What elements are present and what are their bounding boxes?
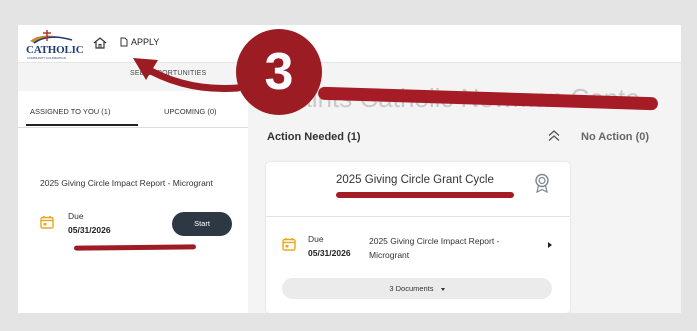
caret-right-icon[interactable] xyxy=(548,242,552,248)
apply-label: APPLY xyxy=(131,37,160,47)
tab-upcoming[interactable]: UPCOMING (0) xyxy=(164,107,217,116)
active-tab-indicator xyxy=(26,124,138,126)
tab-divider xyxy=(18,127,248,128)
due-date: 05/31/2026 xyxy=(68,225,111,235)
tasks-sidebar: ASSIGNED TO YOU (1) UPCOMING (0) 2025 Gi… xyxy=(18,91,248,313)
calendar-icon xyxy=(40,216,54,229)
top-navigation-bar: CATHOLIC COMMUNITY FOUNDATION APPLY xyxy=(18,25,681,63)
documents-dropdown[interactable]: 3 Documents xyxy=(282,278,552,299)
due-date: 05/31/2026 xyxy=(308,248,351,258)
chevron-up-icon[interactable] xyxy=(547,129,561,143)
logo-icon xyxy=(30,30,73,44)
grant-cycle-card: 2025 Giving Circle Grant Cycle Due 05/31… xyxy=(266,162,570,313)
document-icon xyxy=(120,37,128,47)
caret-down-icon xyxy=(440,287,445,291)
redaction-mark xyxy=(73,244,197,251)
no-action-header[interactable]: No Action (0) xyxy=(581,131,649,143)
documents-label: 3 Documents xyxy=(389,284,434,293)
task-title[interactable]: 2025 Giving Circle Impact Report - Micro… xyxy=(369,234,539,262)
tab-assigned-to-you[interactable]: ASSIGNED TO YOU (1) xyxy=(30,107,110,116)
card-divider xyxy=(266,216,570,217)
logo-text: CATHOLIC xyxy=(26,44,84,56)
logo-subtext: COMMUNITY FOUNDATION xyxy=(27,56,66,60)
due-label: Due xyxy=(68,211,84,221)
action-needed-header: Action Needed (1) xyxy=(267,131,361,143)
app-window: CATHOLIC COMMUNITY FOUNDATION APPLY SEE … xyxy=(18,25,681,313)
start-button[interactable]: Start xyxy=(172,212,232,236)
see-opportunities-link[interactable]: SEE OPPORTUNITIES xyxy=(130,70,206,77)
catholic-foundation-logo[interactable]: CATHOLIC COMMUNITY FOUNDATION xyxy=(26,29,86,61)
award-icon xyxy=(535,173,549,193)
due-label: Due xyxy=(308,234,324,244)
task-title: 2025 Giving Circle Impact Report - Micro… xyxy=(40,178,213,188)
apply-link[interactable]: APPLY xyxy=(120,37,159,47)
grant-cycle-title: 2025 Giving Circle Grant Cycle xyxy=(336,174,494,186)
step-number-badge: 3 xyxy=(236,29,322,115)
calendar-icon xyxy=(282,238,296,251)
redaction-mark xyxy=(336,192,514,198)
home-icon[interactable] xyxy=(92,36,108,50)
